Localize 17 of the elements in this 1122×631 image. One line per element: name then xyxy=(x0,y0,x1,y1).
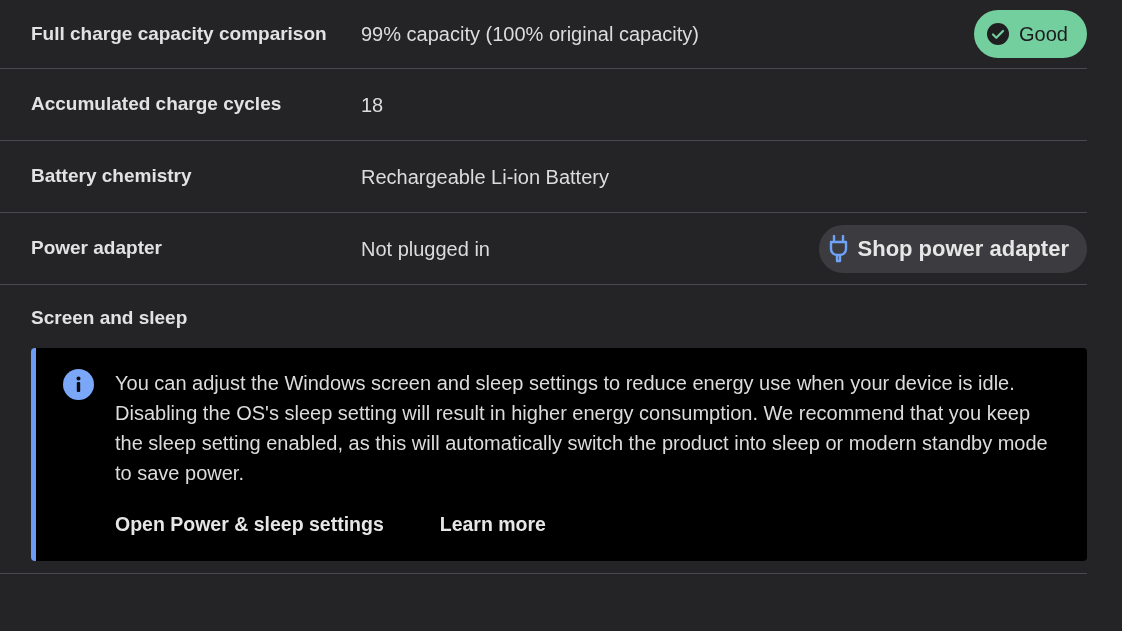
row-value: Rechargeable Li-ion Battery xyxy=(361,164,610,190)
row-value: Not plugged in xyxy=(361,236,491,262)
notice-link[interactable]: Open Power & sleep settings xyxy=(115,509,384,539)
plug-icon xyxy=(828,234,848,263)
notice-text: You can adjust the Windows screen and sleep settings to reduce energy use when your device is idle. Disabling the OS's sleep setting will result in higher energy consumption. We recommend that you keep the sleep setting enabled, as this will automatically switch the product into sleep or modern standby mode to save power. xyxy=(115,370,1049,486)
notice-link[interactable]: Learn more xyxy=(439,509,546,539)
row-label: Full charge capacity comparison xyxy=(31,21,328,46)
shop-button[interactable]: Shop power adapter xyxy=(818,224,1087,273)
row-value: 18 xyxy=(361,92,385,118)
row-label: Power adapter xyxy=(31,236,163,261)
check-circle-icon xyxy=(987,23,1010,45)
section-title: Screen and sleep xyxy=(31,306,189,330)
row-label: Battery chemistry xyxy=(31,164,193,189)
row-value: 99% capacity (100% original capacity) xyxy=(361,22,700,47)
info-icon xyxy=(63,368,94,400)
row-label: Accumulated charge cycles xyxy=(31,92,283,117)
status-badge: Good xyxy=(974,10,1087,58)
